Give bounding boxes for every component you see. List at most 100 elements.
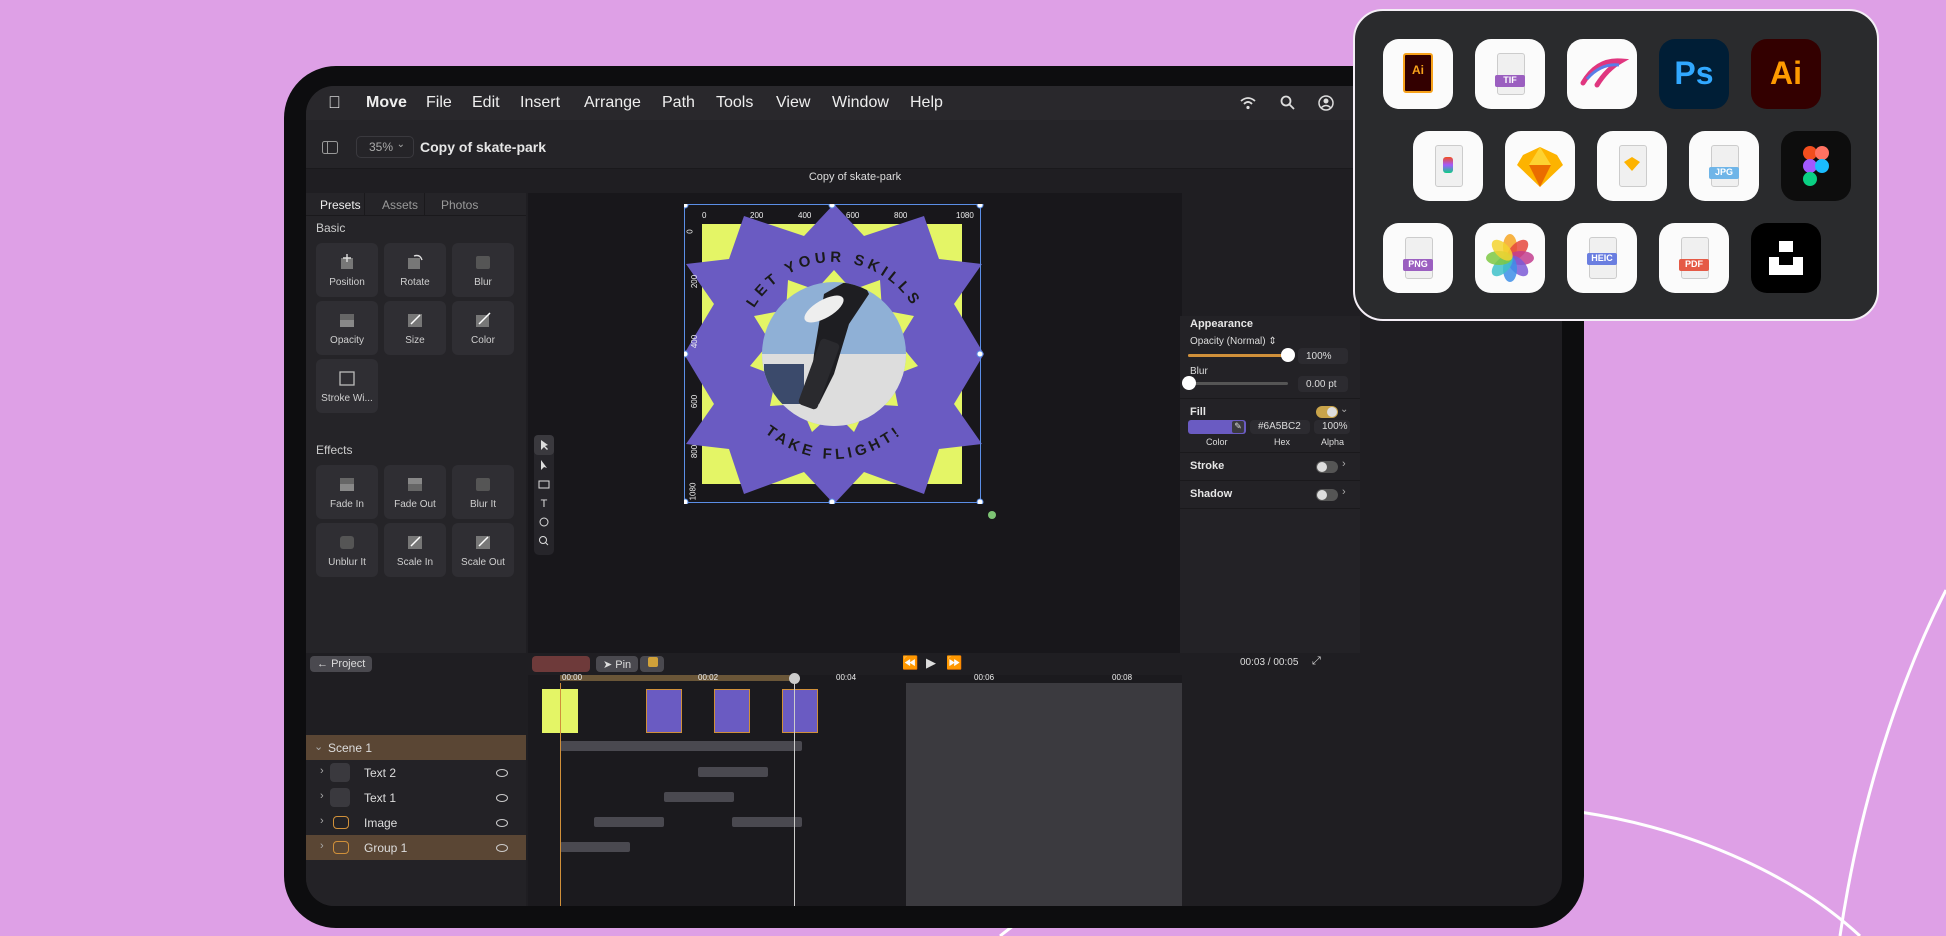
- opacity-value-field[interactable]: 100%: [1298, 348, 1348, 364]
- zoom-select[interactable]: 35% ⌄: [356, 136, 414, 158]
- user-account-icon[interactable]: [1318, 95, 1334, 111]
- preset-position[interactable]: Position: [316, 243, 378, 297]
- timeline-clip[interactable]: [698, 767, 768, 777]
- shadow-toggle[interactable]: [1316, 489, 1338, 501]
- record-button[interactable]: [532, 656, 590, 672]
- eyedropper-icon[interactable]: ✎: [1232, 421, 1244, 433]
- effect-label: Fade In: [330, 499, 364, 510]
- menu-window[interactable]: Window: [832, 94, 889, 112]
- project-button[interactable]: ← Project: [310, 656, 373, 672]
- menu-tools[interactable]: Tools: [716, 94, 753, 112]
- chevron-down-icon[interactable]: ⌄: [314, 740, 323, 753]
- photoshop-icon: Ps: [1659, 39, 1729, 109]
- fill-alpha-field[interactable]: 100%: [1314, 420, 1350, 434]
- menu-path[interactable]: Path: [662, 94, 695, 112]
- eye-icon[interactable]: [496, 769, 508, 777]
- opacity-slider[interactable]: [1188, 348, 1295, 362]
- keyframe-toggle[interactable]: [640, 656, 664, 672]
- chevron-right-icon[interactable]: ›: [1342, 486, 1346, 498]
- chevron-right-icon[interactable]: ›: [320, 840, 324, 852]
- timeline-clip[interactable]: [594, 817, 664, 827]
- blur-slider[interactable]: [1182, 376, 1288, 390]
- preset-blur[interactable]: Blur: [452, 243, 514, 297]
- chevron-right-icon[interactable]: ›: [320, 765, 324, 777]
- eye-icon[interactable]: [496, 844, 508, 852]
- timeline-clip[interactable]: [664, 792, 734, 802]
- shadow-label: Shadow: [1190, 488, 1233, 500]
- chevron-right-icon[interactable]: ›: [320, 790, 324, 802]
- fill-hex-field[interactable]: #6A5BC2: [1250, 420, 1310, 434]
- blur-value-field[interactable]: 0.00 pt: [1298, 376, 1348, 392]
- menu-move[interactable]: Move: [366, 94, 407, 112]
- artwork-canvas[interactable]: LET YOUR SKILLS TAKE FLIGHT!: [684, 204, 984, 504]
- direct-select-tool-icon: [541, 460, 547, 470]
- rectangle-tool-icon: [538, 480, 550, 489]
- blur-slider-thumb[interactable]: [1182, 376, 1196, 390]
- playhead-handle[interactable]: [789, 673, 800, 684]
- stroke-toggle[interactable]: [1316, 461, 1338, 473]
- layer-name: Scene 1: [328, 741, 373, 755]
- preset-color[interactable]: Color: [452, 301, 514, 355]
- effect-fade-out[interactable]: Fade Out: [384, 465, 446, 519]
- search-icon[interactable]: [1280, 95, 1295, 110]
- rewind-icon[interactable]: ⏪: [902, 655, 918, 671]
- opacity-mode-select[interactable]: Opacity (Normal) ⇕: [1190, 336, 1277, 347]
- layer-scene[interactable]: ⌄ Scene 1: [306, 735, 526, 760]
- menu-insert[interactable]: Insert: [520, 94, 560, 112]
- chevron-right-icon[interactable]: ›: [1342, 458, 1346, 470]
- preset-size[interactable]: Size: [384, 301, 446, 355]
- fade-in-icon: [340, 478, 354, 491]
- pin-button[interactable]: ➤ Pin: [596, 656, 639, 672]
- effect-scale-in[interactable]: Scale In: [384, 523, 446, 577]
- menu-view[interactable]: View: [776, 94, 810, 112]
- layer-text-1[interactable]: › Text 1: [306, 785, 526, 810]
- layer-image[interactable]: › Image: [306, 810, 526, 835]
- fill-toggle[interactable]: [1316, 406, 1338, 418]
- menu-help[interactable]: Help: [910, 94, 943, 112]
- opacity-slider-thumb[interactable]: [1281, 348, 1295, 362]
- play-icon[interactable]: ▶: [926, 655, 936, 671]
- chevron-right-icon[interactable]: ›: [320, 815, 324, 827]
- effect-unblur-it[interactable]: Unblur It: [316, 523, 378, 577]
- blur-icon: [476, 256, 490, 269]
- playhead[interactable]: [794, 675, 795, 906]
- effect-blur-it[interactable]: Blur It: [452, 465, 514, 519]
- expand-icon[interactable]: ⤢: [1312, 655, 1321, 668]
- timeline-clip[interactable]: [732, 817, 802, 827]
- tab-assets[interactable]: Assets: [382, 198, 418, 212]
- sidebar-toggle-icon[interactable]: [322, 141, 338, 154]
- menu-edit[interactable]: Edit: [472, 94, 500, 112]
- preset-label: Position: [329, 277, 365, 288]
- apple-icon[interactable]: : [328, 93, 341, 113]
- canvas-title: Copy of skate-park: [808, 171, 902, 183]
- effect-scale-out[interactable]: Scale Out: [452, 523, 514, 577]
- tab-photos[interactable]: Photos: [441, 198, 478, 212]
- fast-forward-icon[interactable]: ⏩: [946, 655, 962, 671]
- preset-opacity[interactable]: Opacity: [316, 301, 378, 355]
- chevron-down-icon[interactable]: ⌄: [1340, 404, 1348, 415]
- timeline-out-of-range: [906, 683, 1182, 906]
- layer-group[interactable]: › Group 1: [306, 835, 526, 860]
- fill-color-swatch[interactable]: ✎: [1188, 420, 1246, 434]
- opacity-slider-fill: [1188, 354, 1288, 357]
- eye-icon[interactable]: [496, 794, 508, 802]
- menu-arrange[interactable]: Arrange: [584, 94, 641, 112]
- rotation-handle[interactable]: [988, 511, 996, 519]
- canvas-area[interactable]: Copy of skate-park T LET YOUR SKILLS TAK…: [528, 171, 1182, 653]
- wifi-icon[interactable]: [1240, 96, 1256, 110]
- timeline-clip[interactable]: [560, 842, 630, 852]
- blur-it-icon: [476, 478, 490, 491]
- timeline-tracks[interactable]: 00:00 00:02 00:04 00:06 00:08: [528, 673, 1182, 906]
- preset-stroke-width[interactable]: Stroke Wi...: [316, 359, 378, 413]
- eye-icon[interactable]: [496, 819, 508, 827]
- effect-fade-in[interactable]: Fade In: [316, 465, 378, 519]
- left-ruler: 0 200 400 600 800 1080: [685, 229, 700, 501]
- tab-presets[interactable]: Presets: [320, 198, 361, 212]
- frame-thumbnail: [646, 689, 682, 733]
- preset-rotate[interactable]: Rotate: [384, 243, 446, 297]
- layer-text-2[interactable]: › Text 2: [306, 760, 526, 785]
- menu-file[interactable]: File: [426, 94, 452, 112]
- procreate-icon: [1567, 39, 1637, 109]
- timeline-clip[interactable]: [560, 741, 802, 751]
- tick-label: 00:08: [1112, 673, 1133, 682]
